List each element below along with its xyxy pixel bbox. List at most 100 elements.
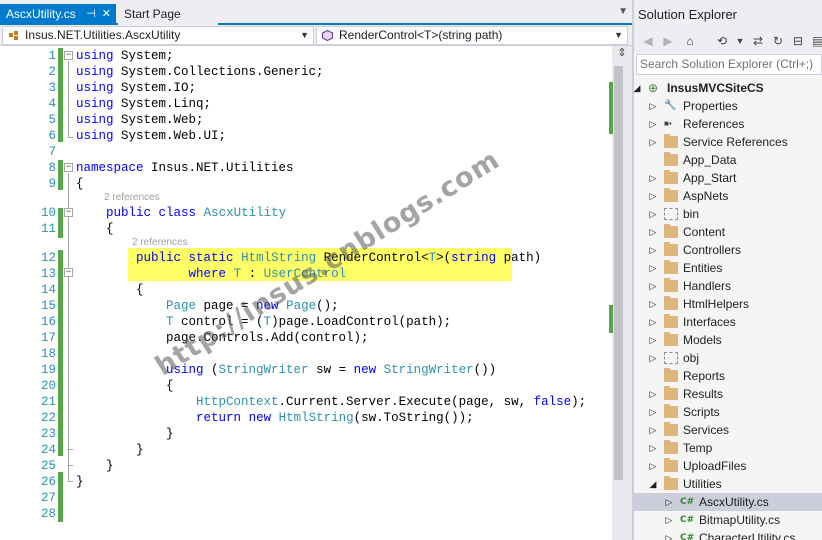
tree-item[interactable]: ▷ obj bbox=[634, 349, 822, 367]
expand-arrow-icon[interactable]: ▷ bbox=[648, 421, 658, 439]
tree-item[interactable]: ▷ C# BitmapUtility.cs bbox=[634, 511, 822, 529]
expand-arrow-icon[interactable]: ▷ bbox=[648, 259, 658, 277]
change-bar bbox=[58, 160, 63, 190]
tree-item[interactable]: ▷ C# AscxUtility.cs bbox=[634, 493, 822, 511]
properties-icon[interactable]: ▤ bbox=[810, 33, 822, 49]
tree-item[interactable]: Reports bbox=[634, 367, 822, 385]
expand-arrow-icon[interactable]: ▷ bbox=[648, 457, 658, 475]
tree-item[interactable]: ▷ HtmlHelpers bbox=[634, 295, 822, 313]
code-token: { bbox=[76, 222, 114, 236]
tree-item[interactable]: ▷ Content bbox=[634, 223, 822, 241]
collapse-outline-icon[interactable]: − bbox=[64, 163, 73, 172]
wrench-icon: 🔧 bbox=[664, 100, 677, 111]
codelens-references[interactable]: 2 references bbox=[104, 192, 160, 204]
code-text-area[interactable]: 1 2 3 4 5 6 7 8 9 10 11 12 13 14 15 16 17 18 19 20 21 22 23 24 2… bbox=[0, 46, 612, 540]
expand-arrow-icon[interactable]: ▷ bbox=[648, 403, 658, 421]
expand-arrow-icon[interactable]: ▷ bbox=[648, 277, 658, 295]
outline-guide-end bbox=[68, 449, 73, 450]
back-icon[interactable]: ◀ bbox=[640, 33, 656, 49]
tree-item[interactable]: ▷ Service References bbox=[634, 133, 822, 151]
solution-tree[interactable]: ◢ ⊕ InsusMVCSiteCS ▷ 🔧 Properties ▷ ■▪ Reference… bbox=[634, 77, 822, 540]
codelens-references[interactable]: 2 references bbox=[132, 237, 188, 249]
tab-overflow-icon[interactable]: ▼ bbox=[618, 6, 628, 17]
collapse-icon[interactable]: ⊟ bbox=[790, 33, 806, 49]
tree-item-label: Controllers bbox=[683, 243, 742, 257]
expand-arrow-icon[interactable]: ▷ bbox=[648, 331, 658, 349]
search-input[interactable]: Search Solution Explorer (Ctrl+;) bbox=[636, 54, 822, 75]
expand-arrow-icon[interactable]: ▷ bbox=[648, 295, 658, 313]
expand-arrow-icon[interactable]: ▷ bbox=[648, 169, 658, 187]
expand-arrow-icon[interactable]: ▷ bbox=[664, 493, 674, 511]
tree-item[interactable]: ▷ 🔧 Properties bbox=[634, 97, 822, 115]
expand-arrow-icon[interactable]: ▷ bbox=[664, 529, 674, 540]
scrollbar-thumb[interactable] bbox=[614, 66, 623, 480]
split-window-icon[interactable]: ⇕ bbox=[612, 46, 632, 62]
tree-item[interactable]: ▷ Controllers bbox=[634, 241, 822, 259]
code-token: } bbox=[76, 475, 84, 489]
type-dropdown[interactable]: Insus.NET.Utilities.AscxUtility ▼ bbox=[2, 26, 314, 45]
refresh-icon[interactable]: ↻ bbox=[770, 33, 786, 49]
tree-item[interactable]: ▷ Handlers bbox=[634, 277, 822, 295]
chevron-down-icon[interactable]: ▼ bbox=[732, 33, 748, 49]
line-number: 4 bbox=[48, 97, 56, 111]
expand-arrow-icon[interactable]: ▷ bbox=[648, 439, 658, 457]
tree-item[interactable]: ▷ Services bbox=[634, 421, 822, 439]
expand-arrow-icon[interactable]: ▷ bbox=[648, 97, 658, 115]
tree-item[interactable]: ▷ Results bbox=[634, 385, 822, 403]
code-token: path) bbox=[496, 251, 542, 265]
collapse-arrow-icon[interactable]: ◢ bbox=[632, 79, 642, 97]
tree-item[interactable]: ◢ Utilities bbox=[634, 475, 822, 493]
pin-icon[interactable]: ⊣ bbox=[86, 4, 96, 25]
tree-item[interactable]: ▷ ■▪ References bbox=[634, 115, 822, 133]
line-number: 11 bbox=[40, 222, 56, 236]
code-line: using System; bbox=[76, 48, 174, 64]
collapse-outline-icon[interactable]: − bbox=[64, 51, 73, 60]
expand-arrow-icon[interactable]: ▷ bbox=[648, 313, 658, 331]
tree-item[interactable]: ▷ Interfaces bbox=[634, 313, 822, 331]
expand-arrow-icon[interactable]: ▷ bbox=[664, 511, 674, 529]
tree-item[interactable]: ▷ Scripts bbox=[634, 403, 822, 421]
expand-arrow-icon[interactable]: ▷ bbox=[648, 349, 658, 367]
tree-item[interactable]: ▷ bin bbox=[634, 205, 822, 223]
expand-arrow-icon[interactable]: ▷ bbox=[648, 385, 658, 403]
tree-item[interactable]: ▷ UploadFiles bbox=[634, 457, 822, 475]
collapse-outline-icon[interactable]: − bbox=[64, 208, 73, 217]
tab-ascxutility[interactable]: AscxUtility.cs ⊣ ✕ bbox=[0, 4, 116, 25]
close-icon[interactable]: ✕ bbox=[102, 4, 111, 25]
tree-item[interactable]: ▷ AspNets bbox=[634, 187, 822, 205]
tree-item[interactable]: App_Data bbox=[634, 151, 822, 169]
code-token: { bbox=[76, 283, 144, 297]
folder-icon bbox=[664, 332, 678, 346]
expand-arrow-icon[interactable]: ▷ bbox=[648, 115, 658, 133]
tree-item[interactable]: ▷ Temp bbox=[634, 439, 822, 457]
tree-item-label: Temp bbox=[683, 441, 713, 455]
sync-icon[interactable]: ⇄ bbox=[750, 33, 766, 49]
tree-item-label: App_Start bbox=[683, 171, 737, 185]
tree-item[interactable]: ▷ C# CharacterUtility.cs bbox=[634, 529, 822, 540]
code-line: { bbox=[76, 176, 84, 192]
history-icon[interactable]: ⟲ bbox=[714, 33, 730, 49]
tree-item[interactable]: ▷ Entities bbox=[634, 259, 822, 277]
code-token: System; bbox=[113, 49, 174, 63]
member-dropdown[interactable]: RenderControl<T>(string path) ▼ bbox=[316, 26, 628, 45]
expand-arrow-icon[interactable]: ▷ bbox=[648, 205, 658, 223]
collapse-arrow-icon[interactable]: ◢ bbox=[648, 475, 658, 493]
tree-item[interactable]: ◢ ⊕ InsusMVCSiteCS bbox=[634, 79, 822, 97]
tree-item[interactable]: ▷ Models bbox=[634, 331, 822, 349]
tree-item[interactable]: ▷ App_Start bbox=[634, 169, 822, 187]
tab-start-page[interactable]: Start Page bbox=[118, 4, 218, 25]
forward-icon[interactable]: ▶ bbox=[660, 33, 676, 49]
home-icon[interactable]: ⌂ bbox=[682, 33, 698, 49]
expand-arrow-icon[interactable]: ▷ bbox=[648, 187, 658, 205]
expand-arrow-icon[interactable]: ▷ bbox=[648, 241, 658, 259]
collapse-outline-icon[interactable]: − bbox=[64, 268, 73, 277]
expand-arrow-icon[interactable]: ▷ bbox=[648, 133, 658, 151]
code-line: } bbox=[76, 474, 84, 490]
type-token: T bbox=[428, 251, 437, 265]
folder-icon bbox=[664, 386, 678, 400]
expand-arrow-icon[interactable]: ▷ bbox=[648, 223, 658, 241]
